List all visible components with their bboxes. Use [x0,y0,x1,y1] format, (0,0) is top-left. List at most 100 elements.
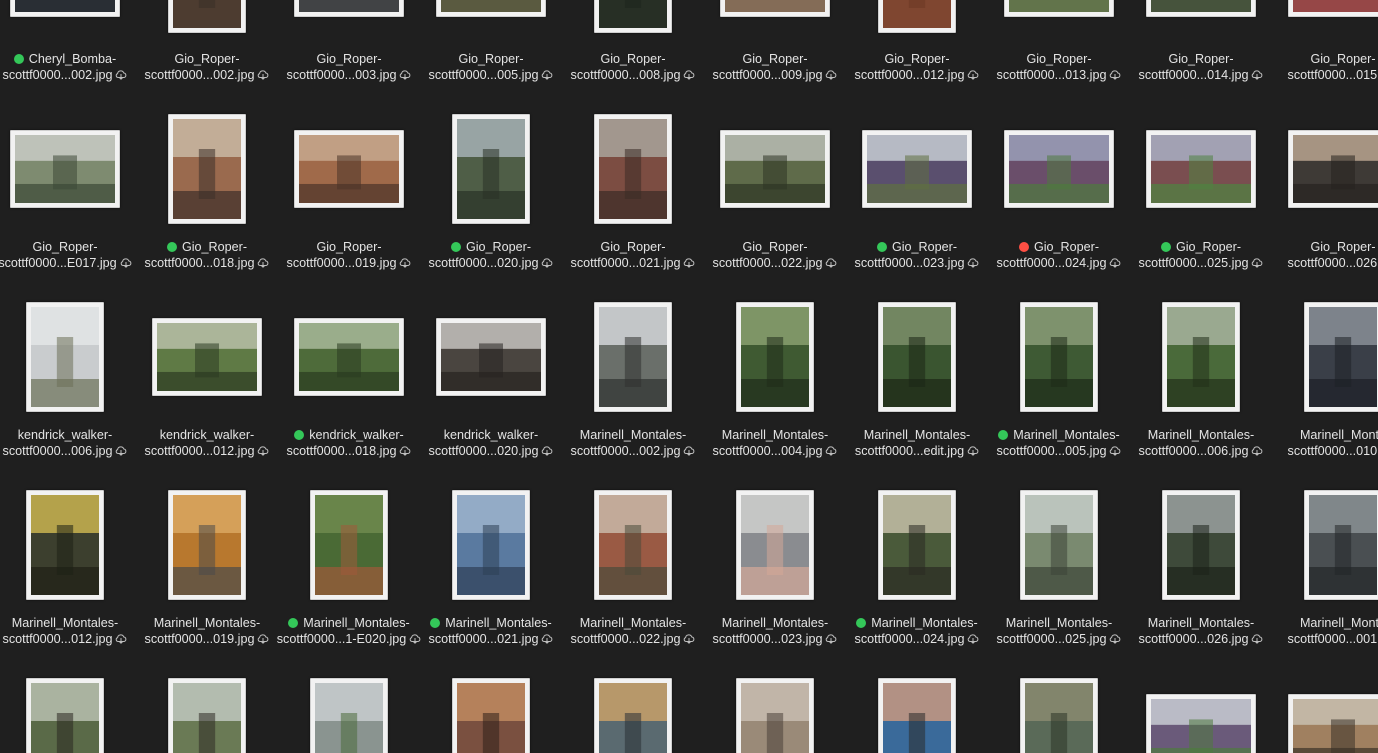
icloud-download-icon[interactable] [683,257,695,268]
file-thumbnail[interactable] [152,318,262,396]
file-thumbnail[interactable] [310,490,388,600]
icloud-download-icon[interactable] [1109,633,1121,644]
file-name-label[interactable]: kendrick_walker-scottf0000...020.jpg [414,428,568,459]
file-thumbnail[interactable] [26,678,104,753]
file-name-label[interactable]: Gio_Roper-scottf0000...009.jpg [698,52,852,83]
file-name-label[interactable]: Gio_Roper-scottf0000...005.jpg [414,52,568,83]
file-thumbnail[interactable] [310,678,388,753]
file-name-label[interactable]: Gio_Roper-scottf0000...020.jpg [414,240,568,271]
icloud-download-icon[interactable] [541,633,553,644]
file-thumbnail[interactable] [294,318,404,396]
icloud-download-icon[interactable] [825,257,837,268]
file-thumbnail[interactable] [594,678,672,753]
file-name-label[interactable]: Marinell_Montales-scottf0000...012.jpg [0,616,142,647]
file-thumbnail[interactable] [862,130,972,208]
icloud-download-icon[interactable] [683,69,695,80]
file-thumbnail[interactable] [594,0,672,33]
file-thumbnail[interactable] [720,130,830,208]
file-thumbnail[interactable] [1004,0,1114,17]
icloud-download-icon[interactable] [399,257,411,268]
icloud-download-icon[interactable] [825,633,837,644]
icloud-download-icon[interactable] [1251,445,1263,456]
icloud-download-icon[interactable] [115,69,127,80]
file-name-label[interactable]: Gio_Roper-scottf0000...018.jpg [130,240,284,271]
icloud-download-icon[interactable] [257,257,269,268]
file-name-label[interactable]: Gio_Roper-scottf0000...003.jpg [272,52,426,83]
file-thumbnail[interactable] [168,0,246,33]
file-name-label[interactable]: Gio_Roper-scottf0000...019.jpg [272,240,426,271]
file-name-label[interactable]: Gio_Roper-scottf0000...023.jpg [840,240,994,271]
file-thumbnail[interactable] [10,130,120,208]
file-name-label[interactable]: Gio_Roper-scottf0000...022.jpg [698,240,852,271]
icloud-download-icon[interactable] [257,69,269,80]
file-thumbnail[interactable] [1288,130,1378,208]
icloud-download-icon[interactable] [1251,69,1263,80]
file-name-label[interactable]: Marinell_Montales-scottf0000...006.jpg [1124,428,1278,459]
icloud-download-icon[interactable] [115,445,127,456]
file-thumbnail[interactable] [1146,694,1256,753]
file-name-label[interactable]: Gio_Roper-scottf0000...021.jpg [556,240,710,271]
file-thumbnail[interactable] [1020,678,1098,753]
file-name-label[interactable]: Marinell_Montales-scottf0000...edit.jpg [840,428,994,459]
file-thumbnail[interactable] [594,302,672,412]
file-thumbnail[interactable] [720,0,830,17]
file-name-label[interactable]: Marinell_Montales-scottf0000...024.jpg [840,616,994,647]
file-thumbnail[interactable] [168,678,246,753]
file-thumbnail[interactable] [1162,302,1240,412]
icloud-download-icon[interactable] [1109,445,1121,456]
file-thumbnail[interactable] [436,318,546,396]
file-thumbnail[interactable] [168,114,246,224]
file-thumbnail[interactable] [736,678,814,753]
file-thumbnail[interactable] [878,678,956,753]
file-thumbnail[interactable] [878,490,956,600]
file-name-label[interactable]: Marinell_Montales-scottf0000...023.jpg [698,616,852,647]
icloud-download-icon[interactable] [825,445,837,456]
file-thumbnail[interactable] [452,678,530,753]
icloud-download-icon[interactable] [115,633,127,644]
file-name-label[interactable]: Gio_Roper-scottf0000...014.jpg [1124,52,1278,83]
file-thumbnail[interactable] [1146,130,1256,208]
file-thumbnail[interactable] [1162,490,1240,600]
file-name-label[interactable]: Gio_Roper-scottf0000...026.j [1266,240,1378,271]
icloud-download-icon[interactable] [683,633,695,644]
icloud-download-icon[interactable] [1109,257,1121,268]
file-thumbnail[interactable] [1304,490,1378,600]
icloud-download-icon[interactable] [541,445,553,456]
icloud-download-icon[interactable] [1109,69,1121,80]
file-name-label[interactable]: Marinell_Montales-scottf0000...004.jpg [698,428,852,459]
file-thumbnail[interactable] [1020,302,1098,412]
icloud-download-icon[interactable] [967,633,979,644]
file-thumbnail[interactable] [294,0,404,17]
file-thumbnail[interactable] [594,490,672,600]
icloud-download-icon[interactable] [683,445,695,456]
file-thumbnail[interactable] [878,0,956,33]
icloud-download-icon[interactable] [967,257,979,268]
icloud-download-icon[interactable] [1251,633,1263,644]
file-name-label[interactable]: Marinell_Montales-scottf0000...002.jpg [556,428,710,459]
file-thumbnail[interactable] [878,302,956,412]
icloud-download-icon[interactable] [257,633,269,644]
file-thumbnail[interactable] [1146,0,1256,17]
icloud-download-icon[interactable] [825,69,837,80]
file-name-label[interactable]: Marinell_Monta scottf0000...010.j [1266,428,1378,459]
file-thumbnail[interactable] [1288,694,1378,753]
file-name-label[interactable]: Marinell_Montales-scottf0000...022.jpg [556,616,710,647]
file-thumbnail[interactable] [1004,130,1114,208]
file-name-label[interactable]: kendrick_walker-scottf0000...012.jpg [130,428,284,459]
file-thumbnail[interactable] [26,490,104,600]
file-name-label[interactable]: Marinell_Montales-scottf0000...026.jpg [1124,616,1278,647]
file-name-label[interactable]: Gio_Roper-scottf0000...008.jpg [556,52,710,83]
icloud-download-icon[interactable] [967,445,979,456]
file-name-label[interactable]: Marinell_Montales-scottf0000...021.jpg [414,616,568,647]
file-name-label[interactable]: Gio_Roper-scottf0000...E017.jpg [0,240,142,271]
file-name-label[interactable]: Marinell_Montales-scottf0000...019.jpg [130,616,284,647]
icloud-download-icon[interactable] [257,445,269,456]
file-thumbnail[interactable] [736,302,814,412]
file-name-label[interactable]: Gio_Roper-scottf0000...015.j [1266,52,1378,83]
file-name-label[interactable]: Gio_Roper-scottf0000...013.jpg [982,52,1136,83]
file-thumbnail[interactable] [594,114,672,224]
icloud-download-icon[interactable] [399,69,411,80]
file-name-label[interactable]: Cheryl_Bomba-scottf0000...002.jpg [0,52,142,83]
file-thumbnail[interactable] [294,130,404,208]
file-name-label[interactable]: Gio_Roper-scottf0000...012.jpg [840,52,994,83]
